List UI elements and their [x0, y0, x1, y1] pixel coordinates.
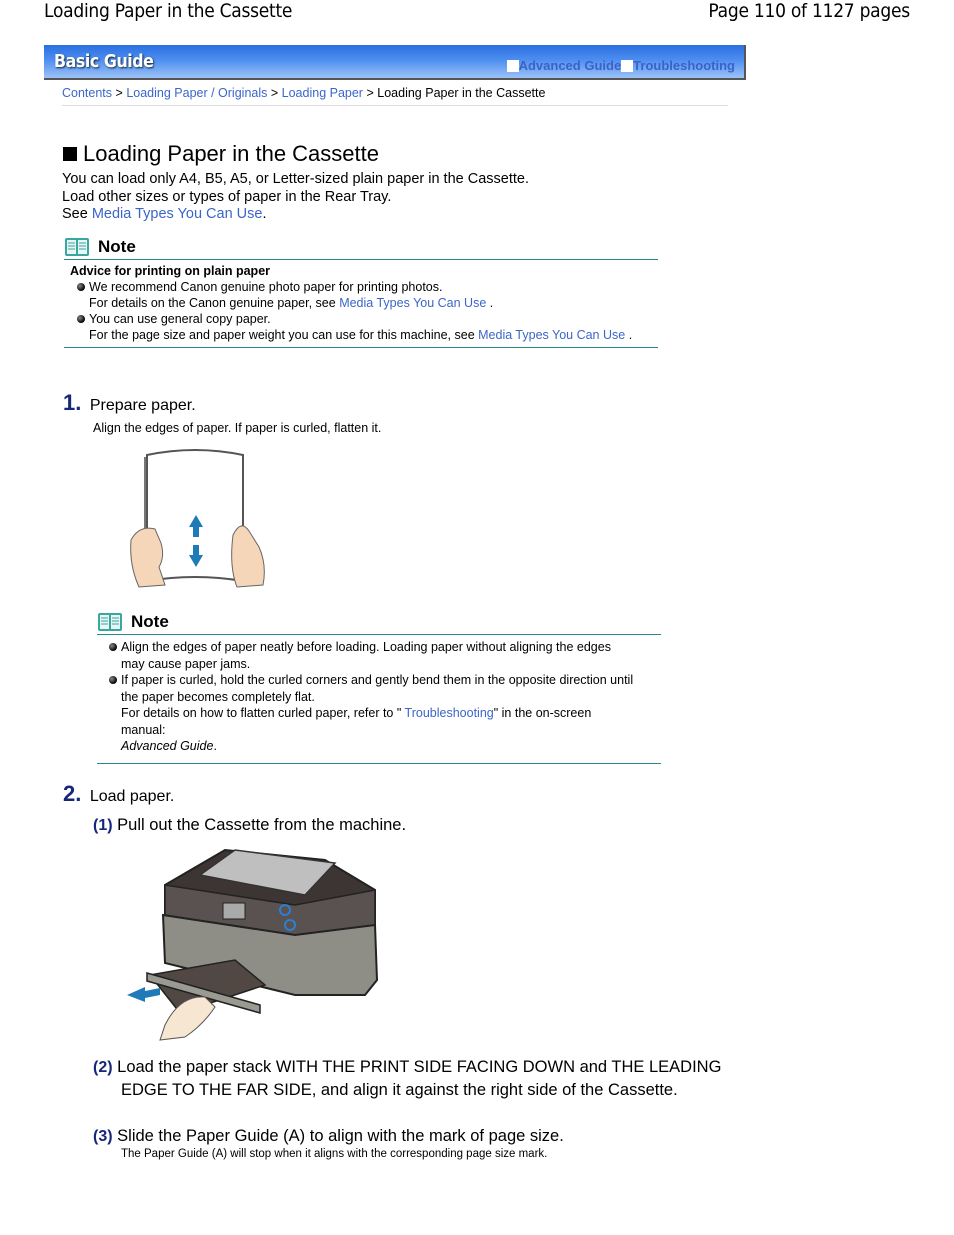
step-title: Prepare paper. — [89, 397, 196, 414]
page-counter: Page 110 of 1127 pages — [708, 0, 911, 22]
media-types-link[interactable]: Media Types You Can Use — [92, 206, 263, 222]
printer-cassette-illustration — [127, 848, 379, 1041]
substep-3: (3) Slide the Paper Guide (A) to align w… — [93, 1125, 564, 1148]
square-icon — [506, 59, 519, 72]
banner-title: Basic Guide — [54, 51, 154, 72]
note-subheading: Advice for printing on plain paper — [70, 264, 271, 278]
intro-line: You can load only A4, B5, A5, or Letter-… — [62, 171, 529, 187]
bullet-icon — [77, 283, 85, 291]
page-heading-text: Loading Paper in the Cassette — [83, 141, 379, 166]
substep-text: Pull out the Cassette from the machine. — [117, 816, 407, 834]
bullet-icon — [109, 643, 117, 651]
breadcrumb-separator: > — [366, 86, 374, 100]
book-icon — [65, 238, 89, 256]
substep-2: (2) Load the paper stack WITH THE PRINT … — [93, 1056, 731, 1101]
note-label: Note — [98, 237, 136, 256]
period: . — [489, 296, 494, 310]
note-label: Note — [131, 612, 169, 631]
note-box: Note Advice for printing on plain paper … — [64, 237, 658, 348]
advanced-guide-link[interactable]: Advanced Guide — [519, 58, 622, 73]
note-bullet: We recommend Canon genuine photo paper f… — [76, 279, 658, 311]
bullet-text: We recommend Canon genuine photo paper f… — [89, 280, 443, 294]
step-title: Load paper. — [89, 788, 175, 805]
step-2-heading: 2. Load paper. — [63, 781, 174, 807]
paper-aligning-illustration — [130, 449, 265, 588]
substep-number: (1) — [93, 817, 113, 834]
substep-text: Slide the Paper Guide (A) to align with … — [117, 1127, 564, 1145]
intro-line: Load other sizes or types of paper in th… — [62, 188, 392, 205]
bullet-icon — [109, 676, 117, 684]
period: . — [262, 206, 267, 222]
note-bullet: Align the edges of paper neatly before l… — [108, 639, 638, 672]
banner-nav: Advanced Guide Troubleshooting — [506, 58, 735, 73]
page-heading: Loading Paper in the Cassette — [63, 141, 379, 167]
substep-3-description: The Paper Guide (A) will stop when it al… — [121, 1148, 548, 1160]
step-number: 2. — [63, 781, 82, 806]
substep-text: Load the paper stack WITH THE PRINT SIDE… — [117, 1058, 722, 1099]
bullet-detail: For details on the Canon genuine paper, … — [89, 296, 340, 310]
breadcrumb-separator: > — [270, 86, 279, 100]
bullet-text: If paper is curled, hold the curled corn… — [121, 673, 634, 704]
substep-1: (1) Pull out the Cassette from the machi… — [93, 814, 406, 837]
period: . — [213, 739, 217, 753]
intro-text: You can load only A4, B5, A5, or Letter-… — [62, 171, 529, 224]
square-icon — [621, 59, 634, 72]
note-box: Note Align the edges of paper neatly bef… — [97, 612, 661, 764]
book-icon — [98, 613, 122, 631]
period: . — [628, 328, 633, 342]
substep-number: (2) — [93, 1059, 113, 1076]
substep-number: (3) — [93, 1128, 113, 1145]
breadcrumb: Contents > Loading Paper / Originals > L… — [62, 86, 728, 106]
breadcrumb-loading-paper[interactable]: Loading Paper — [282, 86, 363, 100]
breadcrumb-contents[interactable]: Contents — [62, 86, 112, 100]
note-header: Note — [97, 612, 661, 635]
bullet-detail: For the page size and paper weight you c… — [89, 328, 479, 342]
troubleshooting-link[interactable]: Troubleshooting — [633, 58, 735, 73]
step-1-heading: 1. Prepare paper. — [63, 390, 196, 416]
media-types-link[interactable]: Media Types You Can Use — [478, 328, 625, 342]
document-title: Loading Paper in the Cassette — [44, 0, 293, 22]
media-types-link[interactable]: Media Types You Can Use — [339, 296, 486, 310]
step-number: 1. — [63, 390, 82, 415]
square-bullet-icon — [63, 147, 77, 161]
bullet-text: You can use general copy paper. — [89, 312, 271, 326]
breadcrumb-separator: > — [115, 86, 123, 100]
note-bullet: You can use general copy paper. For the … — [76, 311, 658, 343]
bullet-detail: For details on how to flatten curled pap… — [121, 706, 405, 720]
guide-banner: Basic Guide Advanced Guide Troubleshooti… — [44, 45, 746, 80]
step-1-description: Align the edges of paper. If paper is cu… — [93, 421, 382, 435]
intro-line: See Media Types You Can Use. — [62, 206, 529, 224]
bullet-text: Align the edges of paper neatly before l… — [121, 640, 611, 671]
intro-see: See — [62, 206, 92, 222]
bullet-icon — [77, 315, 85, 323]
note-bullet: If paper is curled, hold the curled corn… — [108, 672, 638, 755]
advanced-guide-text: Advanced Guide — [121, 739, 214, 753]
troubleshooting-link[interactable]: Troubleshooting — [405, 706, 494, 720]
breadcrumb-current: Loading Paper in the Cassette — [377, 86, 546, 100]
breadcrumb-loading-paper-originals[interactable]: Loading Paper / Originals — [126, 86, 267, 100]
note-header: Note — [64, 237, 658, 260]
